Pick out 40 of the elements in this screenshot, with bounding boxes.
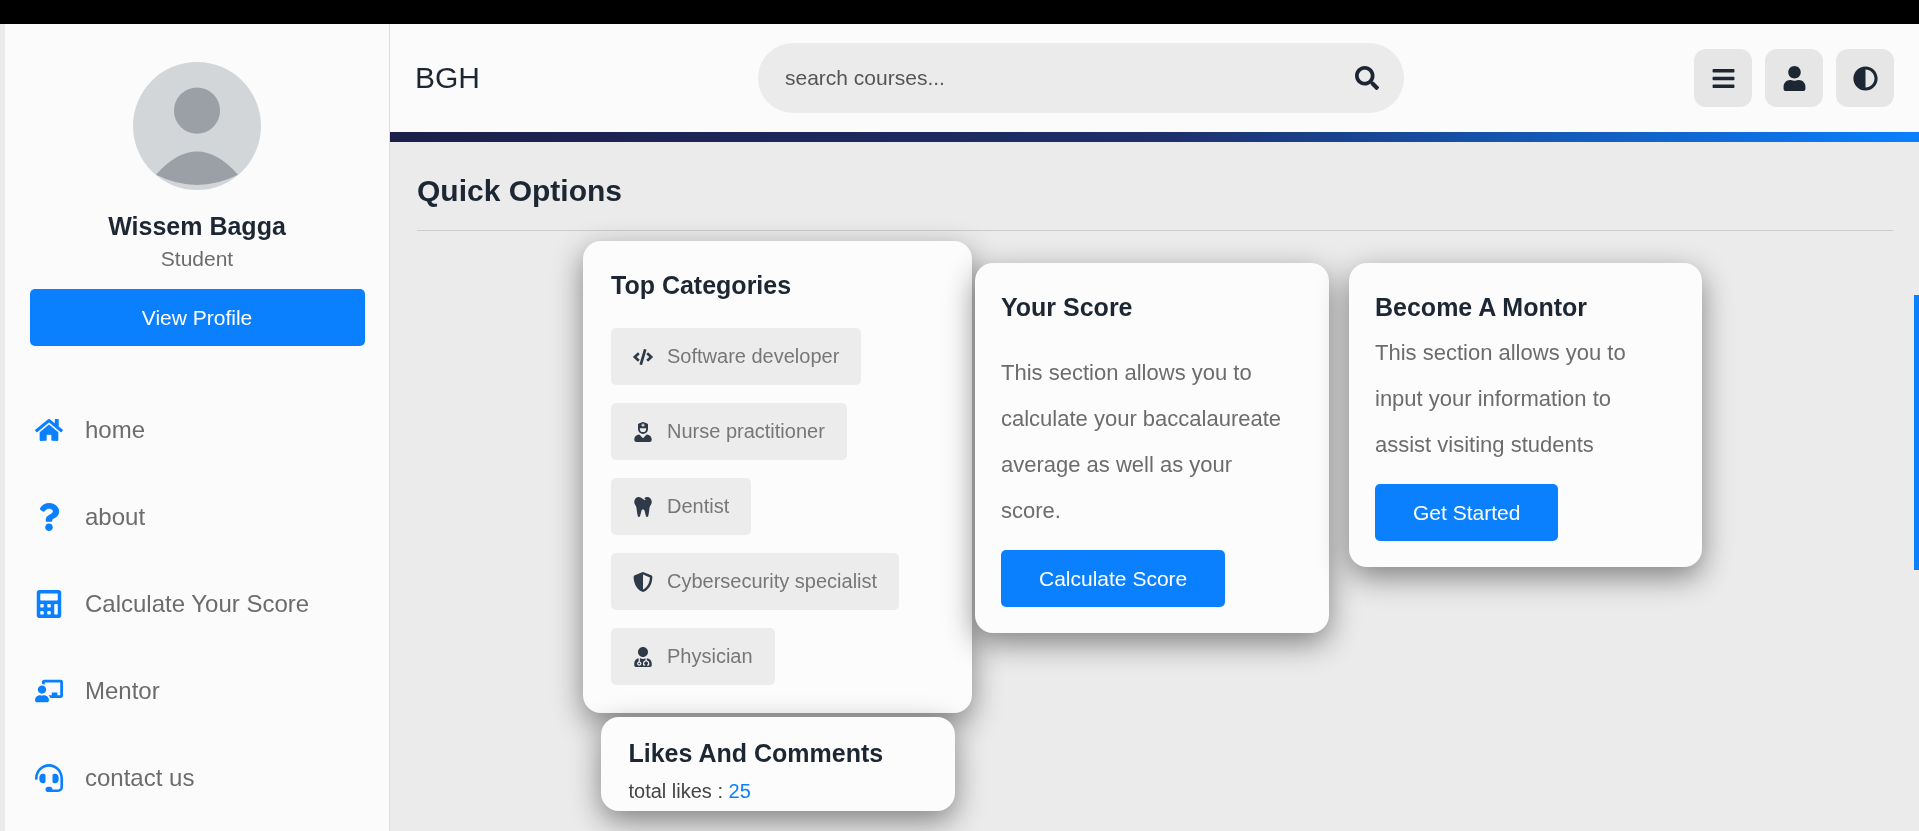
headset-icon: [35, 763, 63, 792]
code-icon: [633, 346, 653, 367]
card-text: This section allows you to input your information to assist visiting students: [1375, 339, 1627, 459]
card-title: Top Categories: [611, 271, 793, 300]
theme-button[interactable]: [1836, 49, 1894, 107]
section-title: Quick Options: [417, 174, 1893, 231]
nav-link[interactable]: Calculate Your Score: [35, 560, 389, 647]
user-role: Student: [160, 247, 234, 271]
calculate-score-button[interactable]: Calculate Score: [1001, 550, 1226, 607]
profile-button[interactable]: [1765, 49, 1823, 107]
search-icon[interactable]: [1355, 66, 1379, 90]
nav-link[interactable]: about: [35, 473, 389, 560]
search-bar[interactable]: search courses...: [758, 43, 1404, 113]
search-field[interactable]: search courses...: [783, 65, 1355, 91]
menu-button[interactable]: [1694, 49, 1752, 107]
scrollbar-thumb[interactable]: [1914, 295, 1919, 570]
shield-icon: [633, 571, 653, 592]
likes-count: total likes : 25: [628, 780, 752, 803]
category-chip[interactable]: Physician: [611, 628, 775, 685]
card-text: This section allows you to calculate your baccalaureate average as well as your score.: [1001, 359, 1283, 525]
category-chip[interactable]: Cybersecurity specialist: [611, 553, 900, 610]
nav-link[interactable]: contact us: [35, 734, 389, 821]
nav-link[interactable]: Mentor: [35, 647, 389, 734]
contrast-icon: [1852, 65, 1878, 91]
card-title: Likes And Comments: [628, 739, 885, 768]
user-icon: [1781, 65, 1807, 91]
user-name: Wissem Bagga: [108, 212, 286, 241]
get-started-button[interactable]: Get Started: [1375, 484, 1559, 541]
card-title: Become A Montor: [1375, 293, 1589, 322]
brand-text: BGH: [415, 61, 481, 95]
category-chip[interactable]: Nurse practitioner: [611, 403, 847, 460]
tooth-icon: [633, 496, 653, 517]
calculator-icon: [35, 589, 63, 618]
category-chip[interactable]: Dentist: [611, 478, 752, 535]
view-profile-button[interactable]: View Profile: [29, 289, 365, 346]
category-chip[interactable]: Software developer: [611, 328, 862, 385]
card-title: Your Score: [1001, 293, 1134, 322]
nav-link[interactable]: home: [35, 386, 389, 473]
nurse-icon: [633, 421, 653, 442]
doctor-icon: [633, 646, 653, 667]
